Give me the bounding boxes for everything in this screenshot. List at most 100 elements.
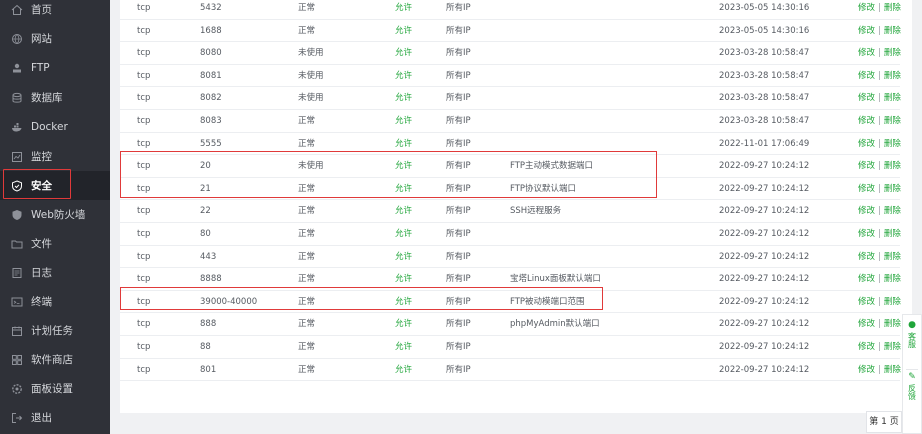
delete-link[interactable]: 删除 (884, 161, 901, 171)
protocol-cell: tcp (137, 206, 151, 217)
sidebar-item-database[interactable]: 数据库 (0, 83, 110, 112)
action-separator: | (878, 364, 881, 375)
source-ip-cell: 所有IP (446, 319, 471, 330)
row-actions: 修改 | 删除 (858, 0, 901, 19)
action-separator: | (878, 274, 881, 285)
source-ip-cell: 所有IP (446, 206, 471, 217)
edit-link[interactable]: 修改 (858, 342, 875, 352)
delete-link[interactable]: 删除 (884, 3, 901, 13)
delete-link[interactable]: 删除 (884, 184, 901, 194)
pagination-current-page[interactable]: 第 1 页 (866, 411, 902, 433)
edit-link[interactable]: 修改 (858, 161, 875, 171)
time-cell: 2023-05-05 14:30:16 (719, 3, 810, 13)
delete-link[interactable]: 删除 (884, 93, 901, 103)
status-cell: 正常 (298, 342, 316, 352)
sidebar-item-cron[interactable]: 计划任务 (0, 316, 110, 345)
status-cell: 正常 (298, 206, 316, 217)
calendar-icon (11, 325, 23, 337)
ftp-icon (11, 62, 23, 74)
status-cell: 正常 (298, 296, 316, 307)
edit-link[interactable]: 修改 (858, 365, 875, 375)
edit-link[interactable]: 修改 (858, 3, 875, 13)
sidebar-item-home[interactable]: 首页 (0, 0, 110, 24)
monitor-icon (11, 151, 23, 163)
feedback-button[interactable]: ✎ 反馈 (903, 373, 921, 401)
sidebar-item-label: Docker (31, 120, 68, 133)
sidebar-item-docker[interactable]: Docker (0, 112, 110, 141)
source-ip-cell: 所有IP (446, 161, 471, 172)
edit-link[interactable]: 修改 (858, 116, 875, 126)
policy-cell: 允许 (395, 364, 413, 375)
source-ip-cell: 所有IP (446, 229, 471, 239)
port-cell: 22 (200, 206, 211, 217)
sidebar-item-website[interactable]: 网站 (0, 24, 110, 53)
action-separator: | (878, 161, 881, 172)
home-icon (11, 4, 23, 16)
policy-cell: 允许 (395, 296, 413, 307)
source-ip-cell: 所有IP (446, 3, 471, 13)
sidebar-item-logs[interactable]: 日志 (0, 258, 110, 287)
table-row: tcp 5555 正常 允许 所有IP 2022-11-01 17:06:49 修改 | 删除 (120, 133, 901, 156)
port-cell: 21 (200, 183, 211, 194)
edit-link[interactable]: 修改 (858, 252, 875, 262)
edit-link[interactable]: 修改 (858, 184, 875, 194)
sidebar-item-firewall[interactable]: Web防火墙 (0, 200, 110, 229)
edit-link[interactable]: 修改 (858, 139, 875, 149)
customer-service-button[interactable]: ● 客服 (903, 321, 921, 349)
row-actions: 修改 | 删除 (858, 336, 901, 358)
sidebar-item-monitor[interactable]: 监控 (0, 142, 110, 171)
table-row: tcp 443 正常 允许 所有IP 2022-09-27 10:24:12 修改 | 删除 (120, 246, 901, 269)
port-cell: 88 (200, 342, 211, 352)
delete-link[interactable]: 删除 (884, 365, 901, 375)
sidebar-item-settings[interactable]: 面板设置 (0, 374, 110, 403)
delete-link[interactable]: 删除 (884, 26, 901, 36)
delete-link[interactable]: 删除 (884, 252, 901, 262)
edit-link[interactable]: 修改 (858, 48, 875, 58)
source-ip-cell: 所有IP (446, 116, 471, 126)
delete-link[interactable]: 删除 (884, 139, 901, 149)
status-cell: 正常 (298, 25, 316, 36)
sidebar-item-ftp[interactable]: FTP (0, 53, 110, 82)
remark-cell: phpMyAdmin默认端口 (510, 319, 600, 330)
sidebar-item-logout[interactable]: 退出 (0, 403, 110, 432)
edit-link[interactable]: 修改 (858, 26, 875, 36)
feedback-label: 反馈 (907, 384, 917, 400)
sidebar-item-label: 终端 (31, 296, 52, 308)
policy-cell: 允许 (395, 206, 413, 217)
status-cell: 正常 (298, 116, 316, 126)
edit-link[interactable]: 修改 (858, 274, 875, 284)
delete-link[interactable]: 删除 (884, 71, 901, 81)
sidebar-item-terminal[interactable]: 终端 (0, 287, 110, 316)
port-cell: 801 (200, 364, 217, 375)
globe-icon (11, 33, 23, 45)
port-cell: 20 (200, 161, 211, 172)
status-cell: 正常 (298, 3, 316, 13)
delete-link[interactable]: 删除 (884, 116, 901, 126)
delete-link[interactable]: 删除 (884, 48, 901, 58)
edit-link[interactable]: 修改 (858, 93, 875, 103)
sidebar-item-label: 安全 (31, 180, 52, 192)
delete-link[interactable]: 删除 (884, 319, 901, 329)
row-actions: 修改 | 删除 (858, 223, 901, 245)
edit-link[interactable]: 修改 (858, 206, 875, 216)
action-separator: | (878, 342, 881, 352)
delete-link[interactable]: 删除 (884, 297, 901, 307)
edit-link[interactable]: 修改 (858, 71, 875, 81)
policy-cell: 允许 (395, 229, 413, 239)
sidebar-item-store[interactable]: 软件商店 (0, 345, 110, 374)
sidebar-item-files[interactable]: 文件 (0, 229, 110, 258)
delete-link[interactable]: 删除 (884, 206, 901, 216)
edit-link[interactable]: 修改 (858, 229, 875, 239)
port-cell: 39000-40000 (200, 296, 258, 307)
delete-link[interactable]: 删除 (884, 229, 901, 239)
policy-cell: 允许 (395, 25, 413, 36)
protocol-cell: tcp (137, 138, 151, 149)
policy-cell: 允许 (395, 138, 413, 149)
sidebar-item-label: 首页 (31, 4, 52, 16)
edit-link[interactable]: 修改 (858, 297, 875, 307)
time-cell: 2022-11-01 17:06:49 (719, 138, 810, 149)
delete-link[interactable]: 删除 (884, 274, 901, 284)
edit-link[interactable]: 修改 (858, 319, 875, 329)
delete-link[interactable]: 删除 (884, 342, 901, 352)
sidebar-item-security[interactable]: 安全 (0, 171, 110, 200)
